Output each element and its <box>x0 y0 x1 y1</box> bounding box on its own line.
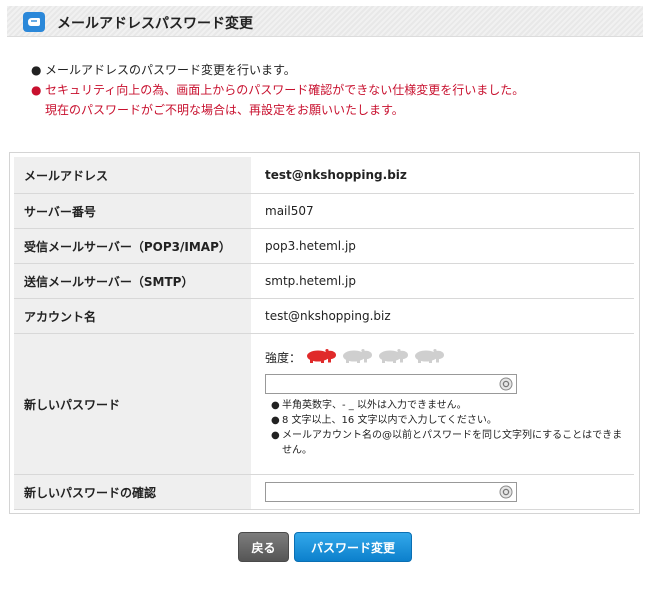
hint-item: ● メールアカウント名の@以前とパスワードを同じ文字列にすることはできません。 <box>271 430 623 456</box>
server-value: mail507 <box>265 204 314 218</box>
row-confirm-password: 新しいパスワードの確認 <box>14 475 634 510</box>
confirm-password-label: 新しいパスワードの確認 <box>14 475 251 509</box>
notice-text: メールアドレスのパスワード変更を行います。 <box>45 63 296 77</box>
strength-label: 強度： <box>265 351 302 365</box>
row-smtp: 送信メールサーバー（SMTP） smtp.heteml.jp <box>14 264 634 299</box>
pop-label: 受信メールサーバー（POP3/IMAP） <box>14 229 251 263</box>
pop-value: pop3.heteml.jp <box>265 239 356 253</box>
new-password-input[interactable] <box>265 374 517 394</box>
account-label: アカウント名 <box>14 299 251 333</box>
confirm-password-input[interactable] <box>265 482 517 502</box>
hint-item: ● 8 文字以上、16 文字以内で入力してください。 <box>271 415 497 426</box>
strength-hippo-icon <box>379 349 409 363</box>
password-strength-meter: 強度： <box>265 348 445 367</box>
new-password-label: 新しいパスワード <box>14 334 251 474</box>
back-button[interactable]: 戻る <box>238 532 289 562</box>
notice-item: 現在のパスワードがご不明な場合は、再設定をお願いいたします。 <box>31 100 631 120</box>
strength-hippo-icon <box>343 349 373 363</box>
row-pop: 受信メールサーバー（POP3/IMAP） pop3.heteml.jp <box>14 229 634 264</box>
row-email: メールアドレス test@nkshopping.biz <box>14 157 634 194</box>
reveal-icon[interactable] <box>499 485 513 499</box>
strength-hippo-icon <box>415 349 445 363</box>
row-new-password: 新しいパスワード 強度： ● 半角英数字、- _ 以外は入力できません。 ● 8 文… <box>14 334 634 475</box>
reveal-icon[interactable] <box>499 377 513 391</box>
bullet: ● <box>31 83 42 97</box>
smtp-label: 送信メールサーバー（SMTP） <box>14 264 251 298</box>
account-form: メールアドレス test@nkshopping.biz サーバー番号 mail5… <box>9 152 640 514</box>
notice-text: セキュリティ向上の為、画面上からのパスワード確認ができない仕様変更を行いました。 <box>45 83 525 97</box>
notice-item: ● セキュリティ向上の為、画面上からのパスワード確認ができない仕様変更を行いまし… <box>31 80 631 100</box>
page-title: メールアドレスパスワード変更 <box>57 16 253 32</box>
hint-item: ● 半角英数字、- _ 以外は入力できません。 <box>271 400 467 411</box>
email-label: メールアドレス <box>14 157 251 193</box>
page-header: メールアドレスパスワード変更 <box>7 6 643 37</box>
password-hints: ● 半角英数字、- _ 以外は入力できません。 ● 8 文字以上、16 文字以内で入… <box>271 398 626 458</box>
server-label: サーバー番号 <box>14 194 251 228</box>
row-account: アカウント名 test@nkshopping.biz <box>14 299 634 334</box>
notice-text: 現在のパスワードがご不明な場合は、再設定をお願いいたします。 <box>45 103 404 117</box>
smtp-value: smtp.heteml.jp <box>265 274 356 288</box>
account-value: test@nkshopping.biz <box>265 309 391 323</box>
strength-hippo-icon <box>307 349 337 363</box>
notice-list: ● メールアドレスのパスワード変更を行います。 ● セキュリティ向上の為、画面上… <box>31 60 631 120</box>
mail-icon <box>23 12 45 32</box>
row-server: サーバー番号 mail507 <box>14 194 634 229</box>
change-password-button[interactable]: パスワード変更 <box>294 532 412 562</box>
strength-icons <box>301 348 445 367</box>
notice-item: ● メールアドレスのパスワード変更を行います。 <box>31 60 631 80</box>
bullet: ● <box>31 63 42 77</box>
email-value: test@nkshopping.biz <box>265 168 407 182</box>
